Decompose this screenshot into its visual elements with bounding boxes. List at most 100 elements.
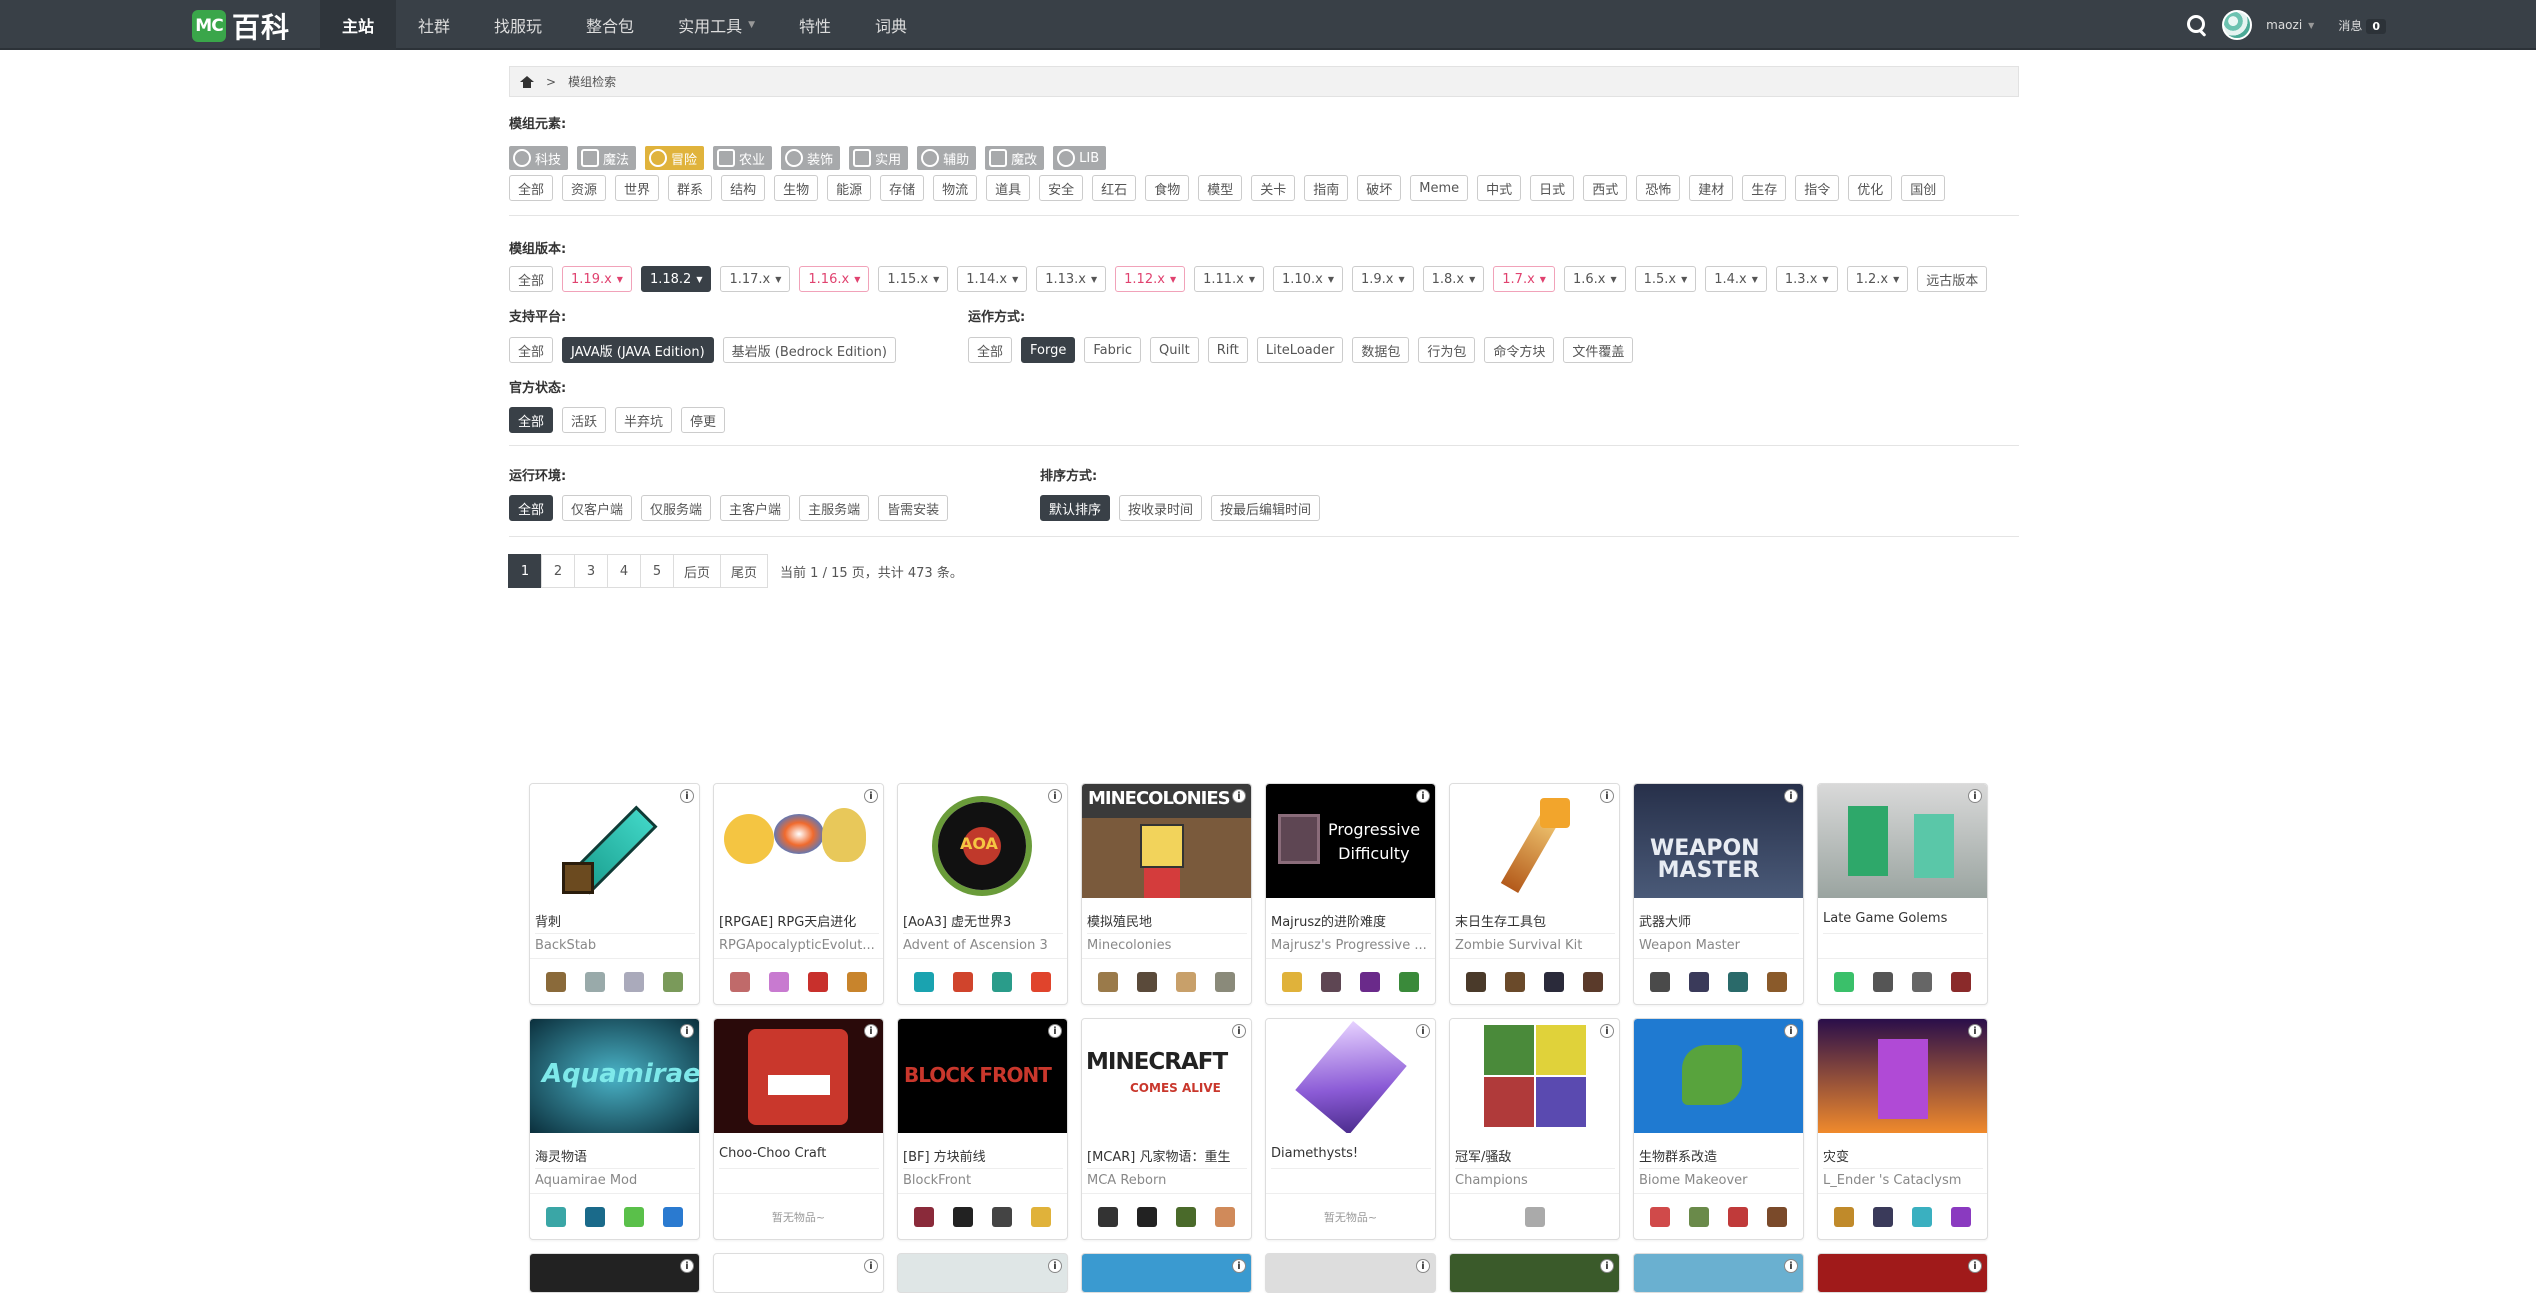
element-chip[interactable]: 辅助 xyxy=(917,146,977,170)
info-icon[interactable]: i xyxy=(1416,1024,1430,1038)
info-icon[interactable]: i xyxy=(864,789,878,803)
mod-card-title[interactable]: Majrusz的进阶难度 xyxy=(1271,911,1431,930)
item-icon[interactable] xyxy=(1504,971,1525,992)
item-icon[interactable] xyxy=(1728,1206,1749,1227)
category-tag[interactable]: 国创 xyxy=(1901,175,1946,201)
envs-tag[interactable]: 仅服务端 xyxy=(641,495,712,521)
envs-tag[interactable]: 仅客户端 xyxy=(562,495,633,521)
item-icon[interactable] xyxy=(1215,1206,1236,1227)
versions-tag[interactable]: 1.12.x ▼ xyxy=(1115,266,1186,292)
mod-card-title[interactable]: 海灵物语 xyxy=(535,1146,695,1165)
nav-item-5[interactable]: 特性 xyxy=(777,0,853,50)
category-tag[interactable]: 群系 xyxy=(668,175,713,201)
item-icon[interactable] xyxy=(584,1206,605,1227)
category-tag[interactable]: 指南 xyxy=(1304,175,1349,201)
mod-card[interactable]: i 冠军/骚敌 Champions xyxy=(1449,1018,1620,1240)
info-icon[interactable]: i xyxy=(1784,1024,1798,1038)
runtimes-tag[interactable]: Quilt xyxy=(1149,337,1199,363)
versions-tag[interactable]: 1.5.x ▼ xyxy=(1634,266,1697,292)
nav-item-0[interactable]: 主站 xyxy=(320,0,397,50)
mod-card-title[interactable]: 背刺 xyxy=(535,911,695,930)
mod-cover-image[interactable]: Progressive Difficulty xyxy=(1266,784,1435,898)
category-tag[interactable]: 世界 xyxy=(615,175,660,201)
info-icon[interactable]: i xyxy=(1968,1024,1982,1038)
sorts-tag[interactable]: 按最后编辑时间 xyxy=(1211,495,1321,521)
mod-cover-image[interactable] xyxy=(1450,1019,1619,1133)
username[interactable]: maozi xyxy=(2266,18,2302,32)
versions-tag[interactable]: 1.11.x ▼ xyxy=(1194,266,1265,292)
item-icon[interactable] xyxy=(1176,1206,1197,1227)
category-tag[interactable]: 结构 xyxy=(721,175,766,201)
statuses-tag[interactable]: 半弃坑 xyxy=(615,407,673,433)
info-icon[interactable]: i xyxy=(864,1259,878,1273)
mod-card[interactable]: i Choo-Choo Craft 暂无物品~ xyxy=(713,1018,884,1240)
mod-card[interactable]: i 背刺 BackStab xyxy=(529,783,700,1005)
item-icon[interactable] xyxy=(1136,1206,1157,1227)
versions-tag[interactable]: 1.18.2 ▼ xyxy=(640,266,712,292)
runtimes-tag[interactable]: LiteLoader xyxy=(1256,337,1344,363)
sorts-tag[interactable]: 按收录时间 xyxy=(1119,495,1203,521)
platforms-tag[interactable]: 全部 xyxy=(509,337,554,363)
item-icon[interactable] xyxy=(624,1206,645,1227)
element-chip[interactable]: 装饰 xyxy=(781,146,841,170)
category-tag[interactable]: 存储 xyxy=(880,175,925,201)
item-icon[interactable] xyxy=(1688,971,1709,992)
versions-tag[interactable]: 1.7.x ▼ xyxy=(1493,266,1555,292)
element-chip[interactable]: 魔改 xyxy=(985,146,1045,170)
category-tag[interactable]: 日式 xyxy=(1530,175,1575,201)
item-icon[interactable] xyxy=(1912,971,1933,992)
info-icon[interactable]: i xyxy=(1048,1024,1062,1038)
runtimes-tag[interactable]: Rift xyxy=(1207,337,1248,363)
element-chip[interactable]: 农业 xyxy=(713,146,773,170)
versions-tag[interactable]: 远古版本 xyxy=(1917,266,1988,292)
mod-cover-image[interactable]: AOA xyxy=(898,784,1067,898)
mod-card[interactable]: i Diamethysts! 暂无物品~ xyxy=(1265,1018,1436,1240)
item-icon[interactable] xyxy=(1465,971,1486,992)
nav-item-1[interactable]: 社群 xyxy=(396,0,472,50)
info-icon[interactable]: i xyxy=(1048,1259,1062,1273)
item-icon[interactable] xyxy=(992,971,1013,992)
mod-card[interactable]: i 生物群系改造 Biome Makeover xyxy=(1633,1018,1804,1240)
versions-tag[interactable]: 1.13.x ▼ xyxy=(1036,266,1107,292)
envs-tag[interactable]: 主服务端 xyxy=(799,495,870,521)
element-chip[interactable]: 魔法 xyxy=(577,146,637,170)
runtimes-tag[interactable]: 全部 xyxy=(968,337,1013,363)
versions-tag[interactable]: 1.9.x ▼ xyxy=(1351,266,1414,292)
mod-card[interactable]: i xyxy=(1817,1253,1988,1293)
category-tag[interactable]: 全部 xyxy=(509,175,554,201)
mod-cover-image[interactable] xyxy=(1634,1019,1803,1133)
versions-tag[interactable]: 全部 xyxy=(509,266,554,292)
mod-card[interactable]: i Late Game Golems xyxy=(1817,783,1988,1005)
versions-tag[interactable]: 1.4.x ▼ xyxy=(1705,266,1767,292)
item-icon[interactable] xyxy=(1583,971,1604,992)
envs-tag[interactable]: 皆需安装 xyxy=(878,495,949,521)
mod-card-title[interactable]: [RPGAE] RPG天启进化 xyxy=(719,911,879,930)
mod-card[interactable]: WEAPON MASTER i 武器大师 Weapon Master xyxy=(1633,783,1804,1005)
element-chip[interactable]: 科技 xyxy=(509,146,569,170)
mod-card[interactable]: i 灾变 L_Ender 's Cataclysm xyxy=(1817,1018,1988,1240)
mod-card[interactable]: i [RPGAE] RPG天启进化 RPGApocalypticEvolut... xyxy=(713,783,884,1005)
info-icon[interactable]: i xyxy=(680,789,694,803)
item-icon[interactable] xyxy=(1031,971,1052,992)
item-icon[interactable] xyxy=(729,971,750,992)
mod-card-title[interactable]: 末日生存工具包 xyxy=(1455,911,1615,930)
runtimes-tag[interactable]: 文件覆盖 xyxy=(1563,337,1634,363)
mod-card-title[interactable]: Choo-Choo Craft xyxy=(719,1146,879,1161)
item-icon[interactable] xyxy=(808,971,829,992)
info-icon[interactable]: i xyxy=(1232,1024,1246,1038)
messages-link[interactable]: 消息 0 xyxy=(2338,17,2386,34)
mod-cover-image[interactable] xyxy=(530,784,699,898)
mod-card[interactable]: MINECOLONIES i 模拟殖民地 Minecolonies xyxy=(1081,783,1252,1005)
nav-item-6[interactable]: 词典 xyxy=(853,0,929,50)
category-tag[interactable]: 生物 xyxy=(774,175,819,201)
mod-cover-image[interactable] xyxy=(1818,1019,1987,1133)
page-button[interactable]: 2 xyxy=(541,554,575,588)
mod-card-title[interactable]: Late Game Golems xyxy=(1823,911,1983,926)
runtimes-tag[interactable]: Fabric xyxy=(1084,337,1141,363)
mod-card[interactable]: i 末日生存工具包 Zombie Survival Kit xyxy=(1449,783,1620,1005)
versions-tag[interactable]: 1.15.x ▼ xyxy=(878,266,949,292)
category-tag[interactable]: 破坏 xyxy=(1357,175,1402,201)
item-icon[interactable] xyxy=(624,971,645,992)
info-icon[interactable]: i xyxy=(1600,1259,1614,1273)
category-tag[interactable]: 指令 xyxy=(1795,175,1840,201)
